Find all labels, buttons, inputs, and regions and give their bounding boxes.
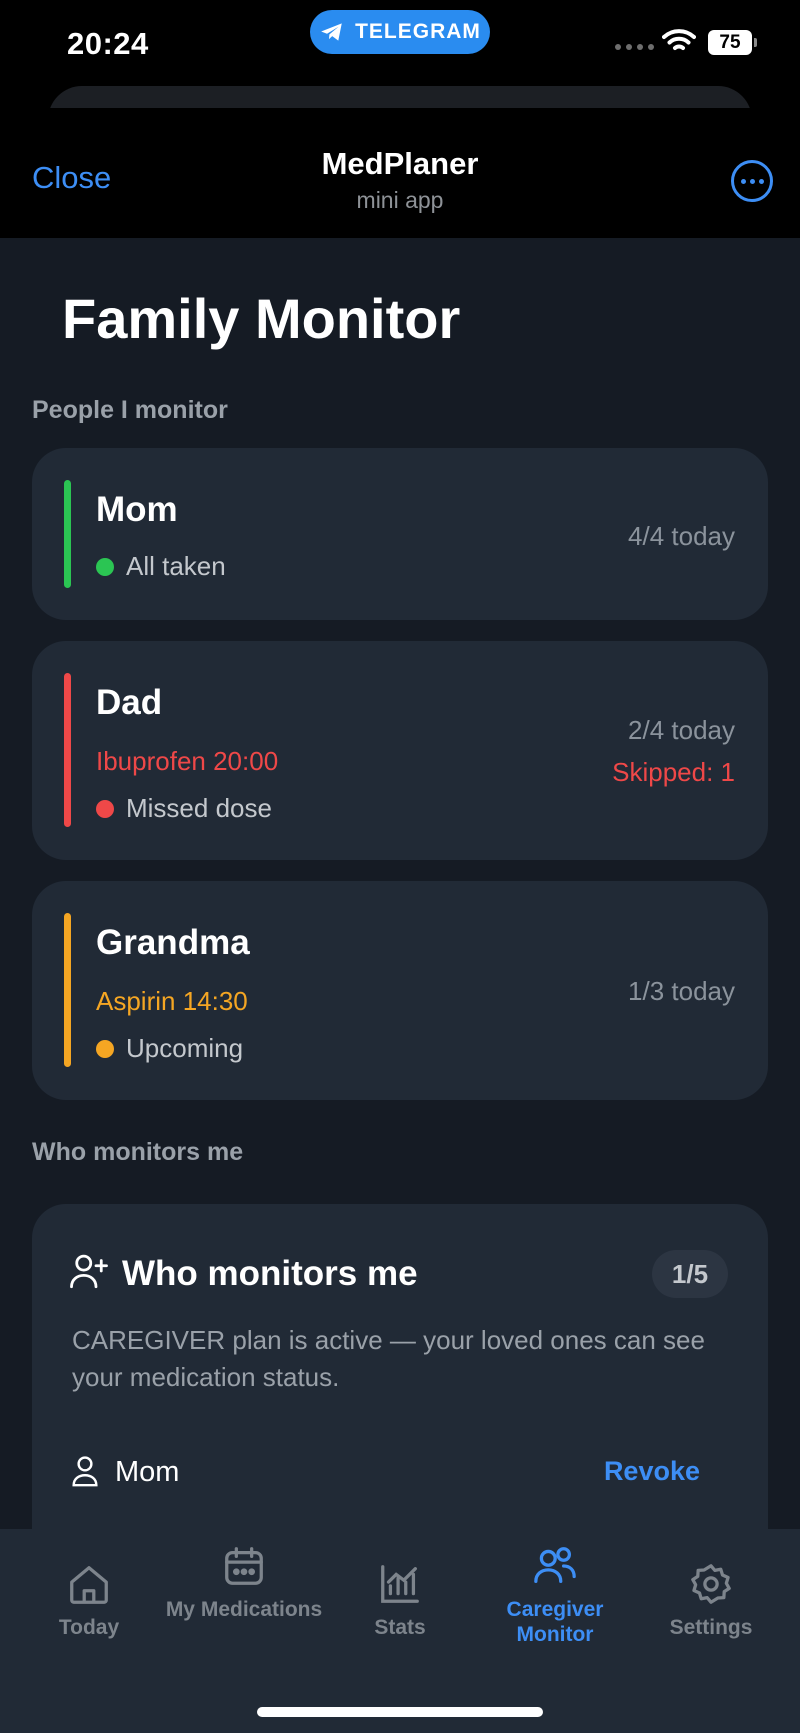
wifi-icon <box>662 29 696 50</box>
person-status-text: Upcoming <box>126 1033 244 1063</box>
person-status-text: All taken <box>126 551 226 581</box>
caregiver-name: Mom <box>115 1456 180 1488</box>
telegram-pill[interactable]: TELEGRAM <box>310 10 490 54</box>
user-icon <box>72 1456 98 1487</box>
bottom-tab-bar: Today My Medications Stats Caregiver Mon… <box>0 1529 800 1733</box>
card-title: Who monitors me <box>122 1254 418 1293</box>
gear-icon <box>691 1564 731 1604</box>
revoke-button[interactable]: Revoke <box>604 1456 700 1487</box>
calendar-icon <box>225 1547 263 1585</box>
tab-caregiver-monitor[interactable]: Caregiver Monitor <box>475 1543 635 1647</box>
tab-my-medications[interactable]: My Medications <box>164 1543 324 1622</box>
home-indicator[interactable] <box>257 1707 543 1717</box>
person-name: Mom <box>96 490 178 529</box>
status-dot <box>96 1039 114 1058</box>
dose-count: 2/4 today <box>628 715 735 745</box>
next-medication: Ibuprofen 20:00 <box>96 746 279 776</box>
add-user-icon <box>70 1254 108 1289</box>
tab-stats[interactable]: Stats <box>320 1561 480 1640</box>
more-options-button[interactable] <box>731 160 773 202</box>
section-label-monitored: People I monitor <box>32 396 228 424</box>
person-name: Dad <box>96 683 163 722</box>
home-icon <box>70 1566 108 1604</box>
status-bar-indicator <box>64 673 71 827</box>
who-monitors-me-card: Who monitors me 1/5 CAREGIVER plan is ac… <box>32 1204 768 1584</box>
person-status: Missed dose <box>96 793 272 824</box>
status-dot <box>96 799 114 818</box>
next-medication: Aspirin 14:30 <box>96 986 248 1016</box>
signal-icon <box>615 44 654 50</box>
status-bar: 20:24 TELEGRAM 75 <box>0 0 800 88</box>
battery-icon: 75 <box>708 30 752 55</box>
status-dot <box>96 557 114 576</box>
section-label-monitors-me: Who monitors me <box>32 1138 244 1166</box>
tab-label: Settings <box>669 1616 753 1639</box>
person-card-grandma[interactable]: Grandma Aspirin 14:30 Upcoming 1/3 today <box>32 881 768 1100</box>
plan-description: CAREGIVER plan is active — your loved on… <box>72 1325 705 1392</box>
app-title: MedPlaner <box>321 146 479 181</box>
dose-count: 4/4 today <box>628 521 735 551</box>
app-subtitle: mini app <box>356 187 444 213</box>
more-dot <box>749 178 755 184</box>
tab-label: Today <box>58 1616 120 1639</box>
more-dot <box>758 178 764 184</box>
mini-app-header: Close MedPlaner mini app <box>0 108 800 238</box>
dose-count: 1/3 today <box>628 976 735 1006</box>
more-dot <box>740 178 746 184</box>
tab-label: My Medications <box>165 1598 323 1621</box>
telegram-pill-label: TELEGRAM <box>355 20 481 43</box>
page-title: Family Monitor <box>62 287 461 350</box>
person-status-text: Missed dose <box>126 793 272 823</box>
person-status: All taken <box>96 551 226 582</box>
battery-tip <box>754 38 757 47</box>
person-card-dad[interactable]: Dad Ibuprofen 20:00 Missed dose 2/4 toda… <box>32 641 768 860</box>
person-card-mom[interactable]: Mom All taken 4/4 today <box>32 448 768 620</box>
person-name: Grandma <box>96 923 250 962</box>
skipped-count: Skipped: 1 <box>612 757 735 787</box>
chart-icon <box>381 1565 419 1603</box>
tab-label: Caregiver Monitor <box>506 1598 604 1646</box>
main-content: Family Monitor People I monitor Mom All … <box>0 238 800 1733</box>
status-time: 20:24 <box>67 26 149 61</box>
telegram-icon <box>321 23 342 41</box>
person-status: Upcoming <box>96 1033 243 1064</box>
status-bar-indicator <box>64 480 71 588</box>
tab-settings[interactable]: Settings <box>631 1561 791 1640</box>
caregiver-count-badge: 1/5 <box>652 1250 728 1298</box>
status-bar-indicator <box>64 913 71 1067</box>
users-icon <box>534 1547 576 1583</box>
battery-level: 75 <box>719 31 741 53</box>
tab-today[interactable]: Today <box>9 1561 169 1640</box>
tab-label: Stats <box>374 1616 426 1639</box>
